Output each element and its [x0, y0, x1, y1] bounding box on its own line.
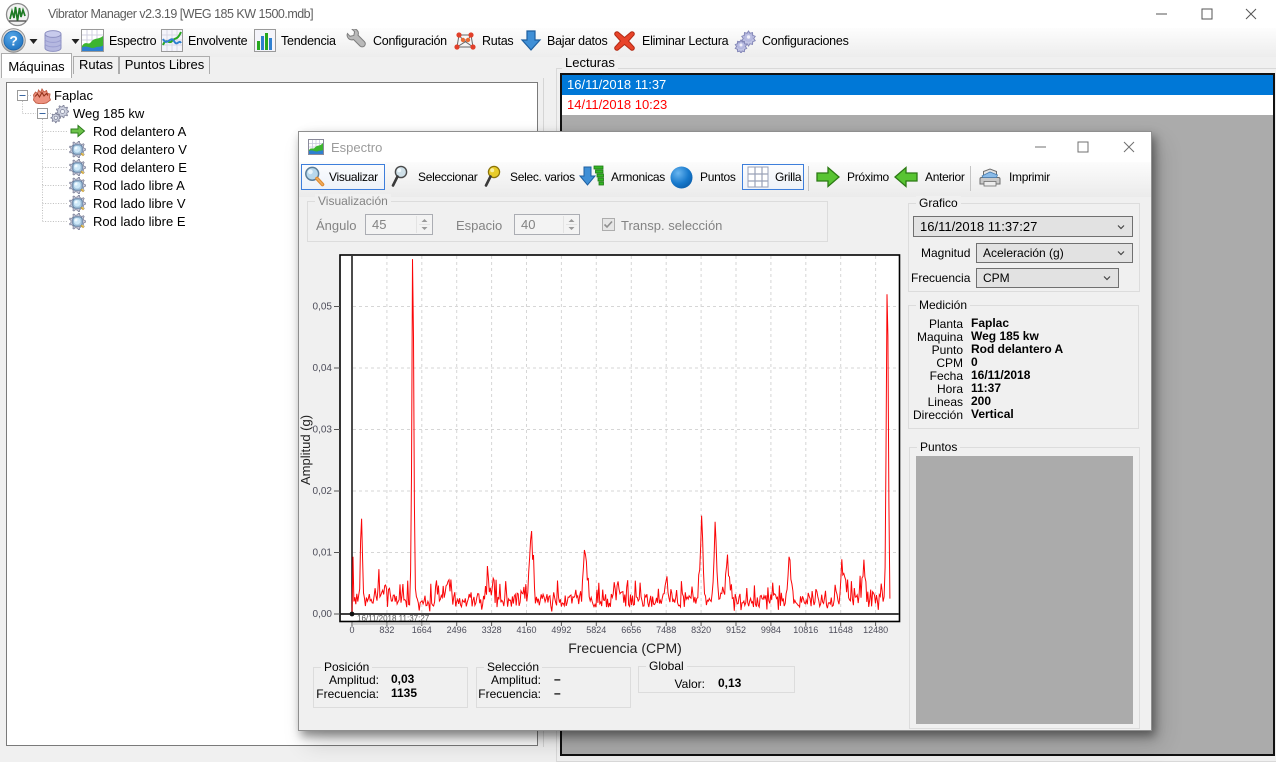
svg-text:10816: 10816 [793, 625, 818, 635]
svg-text:1664: 1664 [412, 625, 432, 635]
svg-text:0,00: 0,00 [313, 609, 333, 620]
svg-text:6656: 6656 [621, 625, 641, 635]
svg-text:5824: 5824 [586, 625, 606, 635]
svg-text:Frecuencia (CPM): Frecuencia (CPM) [568, 640, 682, 656]
svg-text:0,05: 0,05 [313, 302, 333, 313]
svg-text:8320: 8320 [691, 625, 711, 635]
svg-text:4160: 4160 [516, 625, 536, 635]
svg-text:Amplitud (g): Amplitud (g) [299, 415, 313, 485]
svg-text:832: 832 [379, 625, 394, 635]
svg-text:?: ? [9, 33, 17, 49]
svg-text:16/11/2018 11:37:27: 16/11/2018 11:37:27 [357, 614, 430, 623]
svg-text:12480: 12480 [863, 625, 888, 635]
svg-text:0,03: 0,03 [313, 425, 333, 436]
svg-text:0,04: 0,04 [313, 363, 333, 374]
svg-text:7488: 7488 [656, 625, 676, 635]
svg-text:3328: 3328 [482, 625, 502, 635]
svg-text:4992: 4992 [551, 625, 571, 635]
svg-text:9984: 9984 [761, 625, 781, 635]
svg-text:9152: 9152 [726, 625, 746, 635]
svg-text:0: 0 [349, 625, 354, 635]
svg-text:0,02: 0,02 [313, 486, 333, 497]
svg-text:0,01: 0,01 [313, 548, 333, 559]
svg-text:11648: 11648 [829, 625, 853, 635]
svg-text:2496: 2496 [447, 625, 467, 635]
